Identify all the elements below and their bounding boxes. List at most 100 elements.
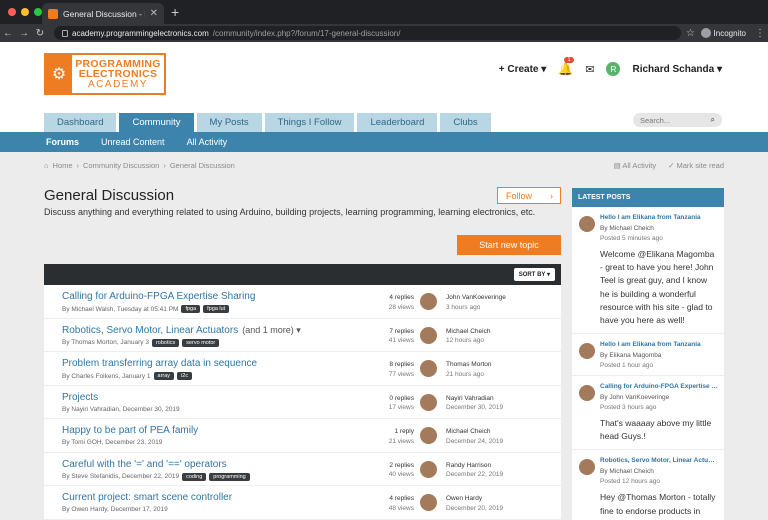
post-author-avatar[interactable] [579, 385, 595, 402]
last-poster-avatar[interactable] [420, 393, 437, 411]
topic-tag[interactable]: fpga lut [203, 305, 230, 313]
topic-views: 41 views [388, 337, 414, 345]
incognito-icon [700, 28, 711, 38]
create-menu[interactable]: + Create ▾ [499, 64, 547, 75]
notification-count-badge: 1 [564, 57, 574, 63]
post-excerpt: Welcome @Elikana Magomba - great to have… [600, 249, 715, 325]
logo-gear-icon: ⚙ [46, 55, 72, 93]
new-tab-icon[interactable]: + [171, 4, 179, 20]
sort-by-button[interactable]: SORT BY ▾ [513, 268, 555, 281]
browser-tab-title: General Discussion - Programmi... [63, 8, 145, 19]
last-poster-avatar[interactable] [420, 460, 437, 478]
tab-my-posts[interactable]: My Posts [196, 113, 262, 132]
notifications-bell-icon[interactable]: 🔔 1 [558, 57, 574, 76]
breadcrumb-community[interactable]: Community Discussion [83, 161, 159, 170]
sub-navigation: Forums Unread Content All Activity [0, 132, 768, 152]
topic-title-link[interactable]: Problem transferring array data in seque… [62, 358, 257, 369]
topic-tag[interactable]: fpga [181, 305, 201, 313]
topic-tag[interactable]: coding [182, 472, 207, 481]
topic-tag[interactable]: programming [209, 472, 250, 481]
post-title-link[interactable]: Hello I am Elikana from Tanzania [600, 214, 718, 221]
last-poster-avatar[interactable] [420, 427, 437, 444]
topic-row: Projects By Nayiri Vahradian, December 30… [44, 386, 561, 419]
maximize-window-dot[interactable] [34, 8, 42, 16]
last-post-time[interactable]: December 30, 2019 [446, 403, 503, 413]
topic-tag[interactable]: i2c [177, 372, 193, 380]
user-menu[interactable]: Richard Schanda ▾ [632, 64, 722, 75]
last-poster-name[interactable]: Owen Hardy [446, 494, 503, 504]
favicon-icon [48, 8, 58, 19]
tab-community[interactable]: Community [119, 113, 194, 132]
post-author-avatar[interactable] [579, 459, 595, 476]
tab-things-i-follow[interactable]: Things I Follow [264, 113, 355, 132]
create-label: Create [507, 63, 539, 75]
last-poster-avatar[interactable] [420, 360, 437, 377]
post-title-link[interactable]: Robotics, Servo Motor, Linear Actuat... [600, 457, 718, 464]
user-avatar[interactable]: R [606, 62, 621, 76]
topic-author: By Steve Stefanidis, December 22, 2019 [62, 473, 180, 480]
topic-tag[interactable]: robotics [151, 338, 180, 347]
last-poster-avatar[interactable] [420, 494, 437, 511]
tab-dashboard[interactable]: Dashboard [44, 113, 117, 132]
topic-tag[interactable]: array [153, 372, 175, 380]
last-post-time[interactable]: December 20, 2019 [446, 504, 503, 514]
search-input[interactable]: Search... ⌕ [633, 113, 722, 127]
topic-row: Current project: smart scene controller B… [44, 486, 561, 520]
topic-list: SORT BY ▾ Calling for Arduino-FPGA Exper… [44, 264, 561, 520]
browser-tab[interactable]: General Discussion - Programmi... ✕ [42, 3, 164, 24]
last-post-time[interactable]: 21 hours ago [446, 370, 492, 380]
topic-replies: 4 replies [389, 294, 414, 301]
mark-site-read-link[interactable]: ✓ Mark site read [668, 161, 724, 170]
topic-title-link[interactable]: Happy to be part of PEA family [62, 425, 198, 436]
last-poster-name[interactable]: John VanKoeveringe [446, 293, 506, 303]
back-icon[interactable]: ← [0, 28, 16, 39]
topic-row: Careful with the '=' and '==' operators B… [44, 453, 561, 486]
bookmark-star-icon[interactable]: ☆ [681, 28, 701, 39]
post-title-link[interactable]: Hello I am Elikana from Tanzania [600, 341, 718, 348]
subnav-forums[interactable]: Forums [46, 137, 79, 147]
tab-clubs[interactable]: Clubs [440, 113, 491, 132]
site-logo[interactable]: ⚙ PROGRAMMING ELECTRONICS ACADEMY [44, 53, 166, 95]
post-excerpt: That's waaaay above my little head Guys.… [600, 418, 712, 442]
close-tab-icon[interactable]: ✕ [150, 8, 158, 19]
last-post-time[interactable]: December 22, 2019 [446, 470, 503, 480]
post-title-link[interactable]: Calling for Arduino-FPGA Expertise S... [600, 383, 718, 390]
last-post-time[interactable]: 12 hours ago [446, 336, 490, 346]
last-poster-name[interactable]: Randy Harrison [446, 461, 503, 471]
close-window-dot[interactable] [8, 8, 16, 16]
follow-button[interactable]: Follow › [497, 187, 561, 204]
reload-icon[interactable]: ↻ [32, 28, 48, 39]
topic-title-link[interactable]: Projects [62, 392, 98, 403]
start-new-topic-button[interactable]: Start new topic [457, 235, 561, 255]
topic-title-link[interactable]: Calling for Arduino-FPGA Expertise Shari… [62, 291, 255, 302]
subnav-unread-content[interactable]: Unread Content [101, 137, 165, 147]
topic-title-link[interactable]: Careful with the '=' and '==' operators [62, 459, 227, 470]
last-poster-avatar[interactable] [420, 326, 437, 344]
topic-views: 21 views [388, 437, 414, 445]
last-post-time[interactable]: December 24, 2019 [446, 437, 503, 447]
all-activity-link[interactable]: ▤ All Activity [614, 161, 657, 170]
tab-leaderboard[interactable]: Leaderboard [357, 113, 438, 132]
post-author-avatar[interactable] [579, 216, 595, 232]
last-poster-avatar[interactable] [420, 293, 437, 310]
subnav-all-activity[interactable]: All Activity [187, 137, 228, 147]
last-post-time[interactable]: 3 hours ago [446, 303, 506, 313]
last-poster-name[interactable]: Michael Cheich [446, 427, 503, 437]
incognito-indicator[interactable]: Incognito [700, 28, 746, 38]
messages-envelope-icon[interactable]: ✉ [585, 63, 594, 76]
search-icon[interactable]: ⌕ [711, 115, 715, 125]
last-poster-name[interactable]: Thomas Morton [446, 360, 492, 370]
breadcrumb: ⌂ Home › Community Discussion › General … [44, 161, 235, 170]
url-field[interactable]: academy.programmingelectronics.com/commu… [54, 26, 681, 40]
breadcrumb-home[interactable]: Home [53, 161, 73, 170]
topic-title-link[interactable]: Robotics, Servo Motor, Linear Actuators [62, 325, 238, 336]
last-poster-name[interactable]: Nayiri Vahradian [446, 394, 503, 404]
topic-title-link[interactable]: Current project: smart scene controller [62, 492, 232, 503]
last-poster-name[interactable]: Michael Cheich [446, 327, 490, 337]
more-tags-link[interactable]: (and 1 more) ▾ [242, 325, 301, 336]
topic-tag[interactable]: servo motor [182, 338, 220, 347]
browser-menu-icon[interactable]: ⋮ [752, 28, 768, 39]
post-author-avatar[interactable] [579, 343, 595, 360]
forward-icon[interactable]: → [16, 28, 32, 39]
minimize-window-dot[interactable] [21, 8, 29, 16]
